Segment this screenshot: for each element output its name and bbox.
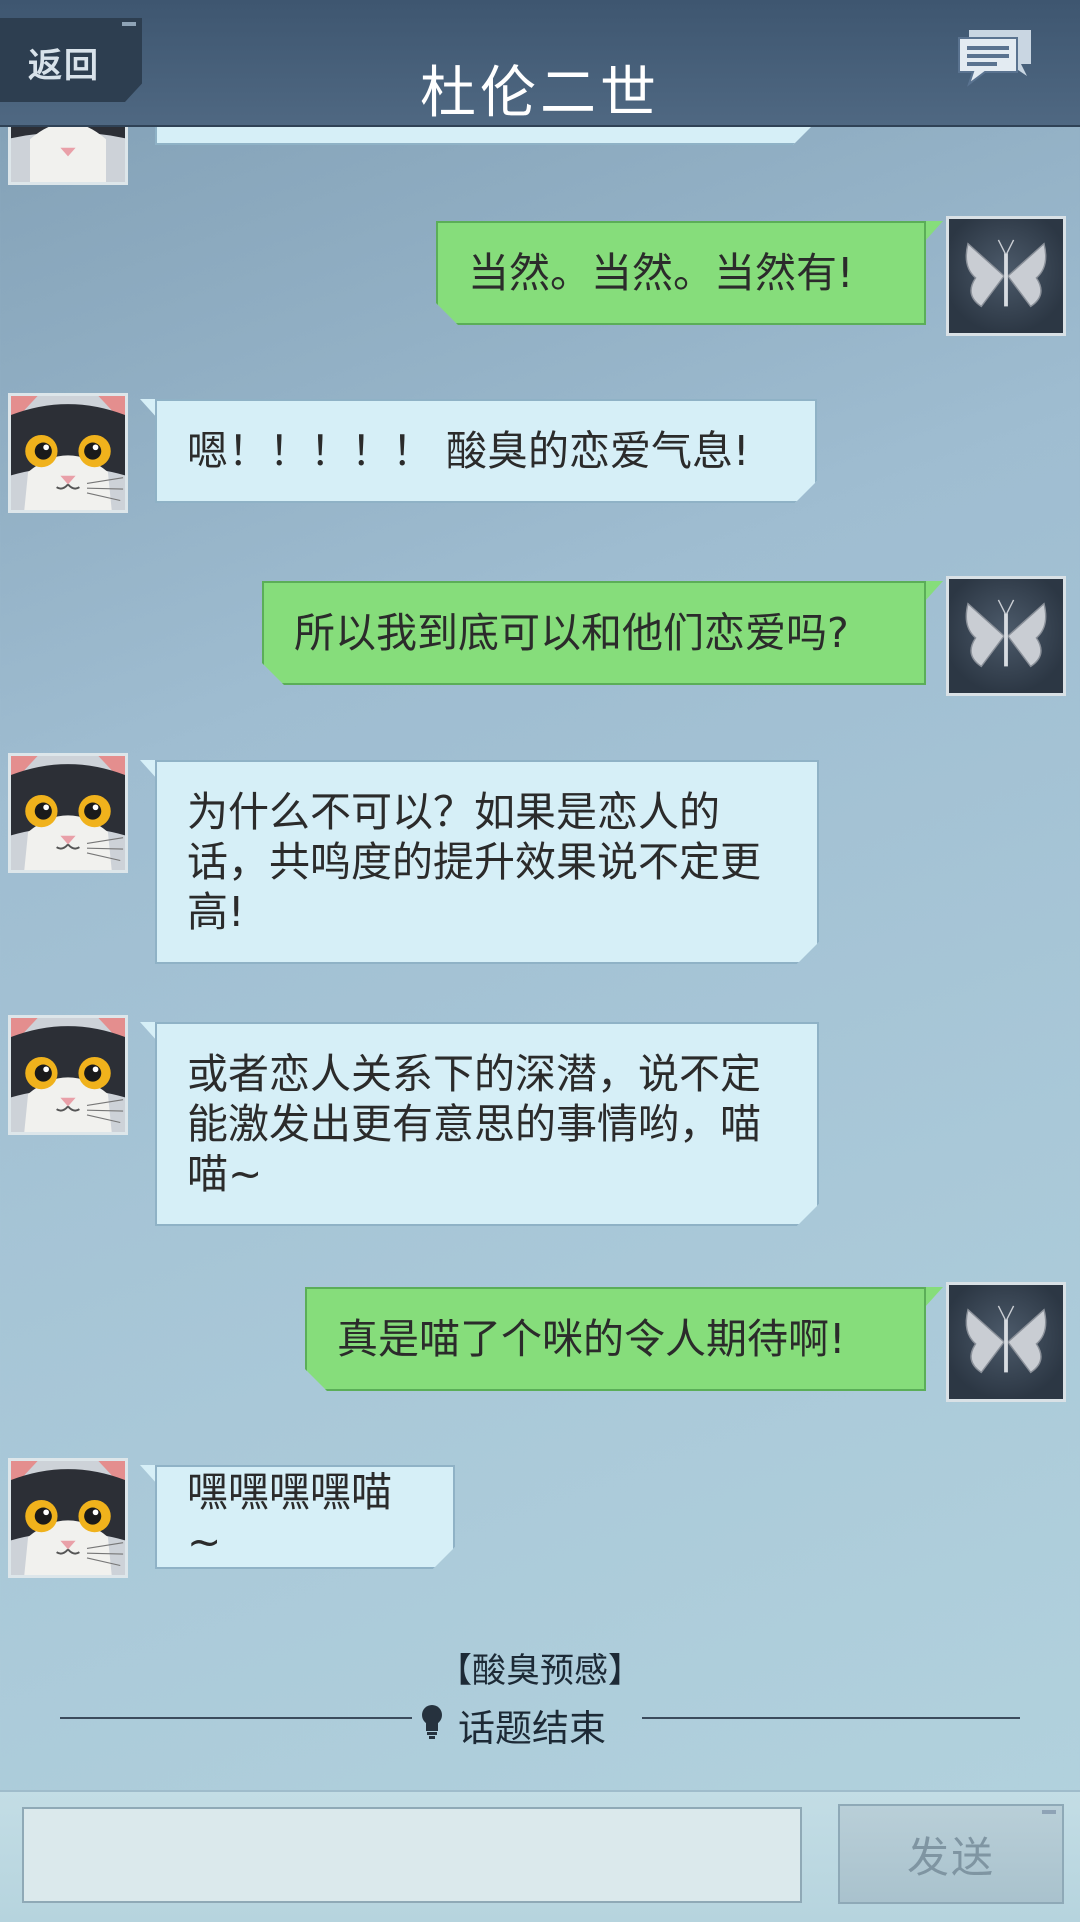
message-bubble-incoming: 或者恋人关系下的深潜，说不定能激发出更有意思的事情哟，喵喵~ (155, 1022, 819, 1226)
message-text: 嘿嘿嘿嘿喵~ (187, 1468, 392, 1566)
message-text: 或者恋人关系下的深潜，说不定能激发出更有意思的事情哟，喵喵~ (187, 1050, 761, 1198)
send-button-label: 发送 (906, 1832, 995, 1882)
topic-end-label: 话题结束 (458, 1707, 606, 1750)
message-text: 嗯！！！！！ 酸臭的恋爱气息! (187, 427, 750, 475)
message-input[interactable] (22, 1807, 802, 1903)
lightbulb-icon (420, 1703, 444, 1748)
butterfly-avatar[interactable] (946, 576, 1066, 696)
message-bubble-outgoing: 所以我到底可以和他们恋爱吗? (262, 581, 926, 685)
divider-left (60, 1717, 412, 1719)
cat-avatar[interactable] (8, 753, 128, 873)
message-bubble-partial (155, 127, 815, 145)
corner-mark (122, 22, 136, 26)
send-button[interactable]: 发送 (838, 1804, 1064, 1904)
cat-avatar[interactable] (8, 1015, 128, 1135)
message-text: 真是喵了个咪的令人期待啊! (337, 1315, 846, 1363)
butterfly-avatar[interactable] (946, 216, 1066, 336)
bubble-tail (925, 1287, 943, 1307)
bubble-tail (925, 581, 943, 601)
message-text: 所以我到底可以和他们恋爱吗? (294, 609, 849, 657)
header-bar: 返回 杜伦二世 (0, 0, 1080, 127)
topic-title: 【酸臭预感】 (438, 1651, 642, 1691)
input-bar: 发送 (0, 1790, 1080, 1922)
divider-right (642, 1717, 1020, 1719)
message-bubble-incoming: 嗯！！！！！ 酸臭的恋爱气息! (155, 399, 817, 503)
message-text: 当然。当然。当然有! (468, 249, 854, 297)
cat-avatar[interactable] (8, 393, 128, 513)
message-text: 为什么不可以？如果是恋人的话，共鸣度的提升效果说不定更高! (187, 788, 761, 936)
message-bubble-incoming: 嘿嘿嘿嘿喵~ (155, 1465, 455, 1569)
cat-avatar[interactable] (8, 1458, 128, 1578)
bubble-tail (925, 221, 943, 241)
chat-title: 杜伦二世 (420, 61, 660, 126)
corner-mark (1042, 1810, 1056, 1814)
message-bubble-outgoing: 真是喵了个咪的令人期待啊! (305, 1287, 926, 1391)
message-bubble-outgoing: 当然。当然。当然有! (436, 221, 926, 325)
butterfly-avatar[interactable] (946, 1282, 1066, 1402)
topic-end: 话题结束 (420, 1698, 606, 1752)
message-list[interactable]: 当然。当然。当然有! 嗯！！！！！ 酸臭的恋爱气息! 所以我到底可以和他们恋爱吗… (0, 127, 1080, 1787)
message-bubble-incoming: 为什么不可以？如果是恋人的话，共鸣度的提升效果说不定更高! (155, 760, 819, 964)
chat-bubbles-icon[interactable] (955, 26, 1035, 88)
cat-avatar[interactable] (8, 127, 128, 185)
